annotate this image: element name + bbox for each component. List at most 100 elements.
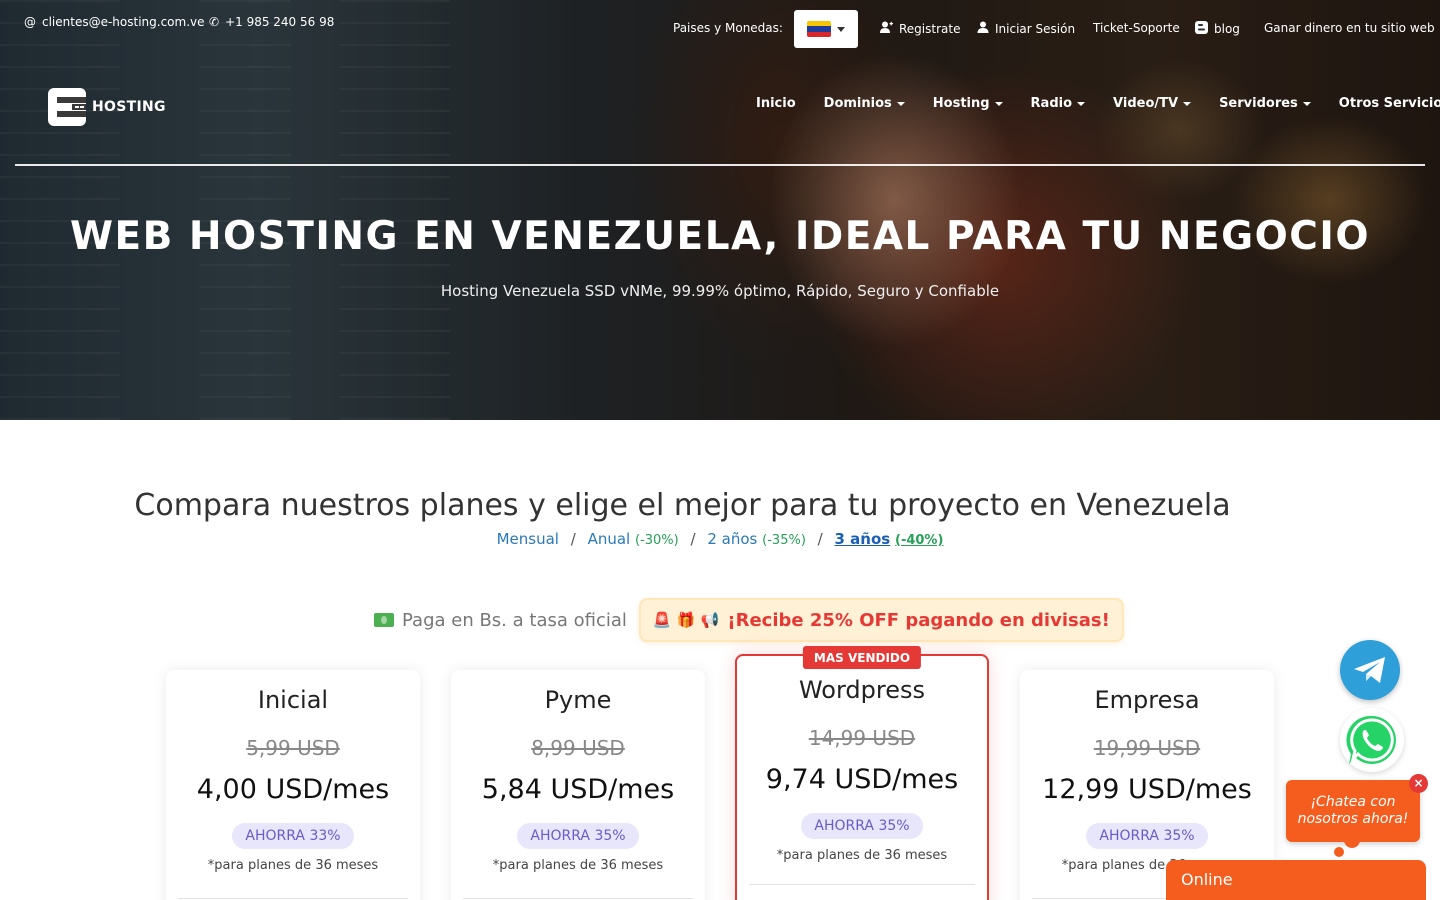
nav-item-dominios[interactable]: Dominios bbox=[824, 96, 905, 111]
hero-background-building bbox=[340, 0, 450, 420]
hero-divider bbox=[15, 164, 1425, 166]
login-label: Iniciar Sesión bbox=[995, 21, 1076, 36]
logo-text: HOSTING bbox=[92, 99, 166, 115]
plan-old-price: 5,99 USD bbox=[246, 736, 340, 760]
ticket-support-link[interactable]: Ticket-Soporte bbox=[1093, 21, 1180, 35]
whatsapp-button[interactable] bbox=[1340, 708, 1404, 772]
period-3-anos[interactable]: 3 años bbox=[835, 530, 891, 548]
chevron-down-icon bbox=[1183, 101, 1192, 106]
nav-item-servidores[interactable]: Servidores bbox=[1219, 96, 1311, 111]
nav-label: Hosting bbox=[932, 96, 990, 111]
venezuela-flag-icon bbox=[807, 21, 831, 37]
period-anual-discount: (-30%) bbox=[635, 533, 679, 548]
nav-item-inicio[interactable]: Inicio bbox=[756, 96, 796, 111]
nav-item-radio[interactable]: Radio bbox=[1030, 96, 1086, 111]
contact-email: clientes@e-hosting.com.ve bbox=[42, 15, 205, 29]
top-bar: @ clientes@e-hosting.com.ve ✆ +1 985 240… bbox=[0, 0, 1440, 56]
plan-card-wordpress: MAS VENDIDO Wordpress 14,99 USD 9,74 USD… bbox=[735, 646, 989, 900]
compare-title: Compara nuestros planes y elige el mejor… bbox=[134, 488, 1231, 523]
country-currency-selector[interactable] bbox=[794, 10, 858, 48]
close-icon[interactable]: × bbox=[1409, 774, 1428, 793]
live-chat-bar[interactable]: Online bbox=[1166, 860, 1426, 900]
nav-label: Otros Servicios bbox=[1338, 96, 1440, 111]
divider: / bbox=[690, 530, 696, 548]
divider bbox=[463, 898, 693, 899]
user-icon bbox=[977, 21, 989, 36]
chevron-down-icon bbox=[994, 101, 1003, 106]
period-2-anos[interactable]: 2 años bbox=[707, 530, 757, 548]
savings-badge: AHORRA 33% bbox=[232, 823, 354, 849]
plan-name: Pyme bbox=[544, 686, 612, 714]
plan-old-price: 8,99 USD bbox=[531, 736, 625, 760]
chevron-down-icon bbox=[837, 26, 845, 32]
pay-bolivares: Paga en Bs. a tasa oficial bbox=[374, 610, 627, 631]
plan-note: *para planes de 36 meses bbox=[776, 848, 948, 863]
blogger-icon bbox=[1195, 21, 1208, 37]
nav-item-video-tv[interactable]: Video/TV bbox=[1113, 96, 1192, 111]
money-icon bbox=[374, 613, 394, 627]
nav-item-hosting[interactable]: Hosting bbox=[933, 96, 1003, 111]
plan-old-price: 14,99 USD bbox=[808, 726, 916, 750]
plan-old-price: 19,99 USD bbox=[1093, 736, 1201, 760]
nav-label: Servidores bbox=[1219, 96, 1298, 111]
chat-bubble-tail bbox=[1334, 847, 1344, 857]
contact-phone-link[interactable]: ✆ +1 985 240 56 98 bbox=[209, 15, 334, 29]
plan-note: *para planes de 36 meses bbox=[207, 858, 379, 873]
nav-label: Inicio bbox=[756, 96, 796, 111]
payment-info-row: Paga en Bs. a tasa oficial 🚨 🎁 📢 ¡Recibe… bbox=[374, 600, 1122, 640]
chevron-down-icon bbox=[896, 101, 905, 106]
divider: / bbox=[817, 530, 823, 548]
savings-badge: AHORRA 35% bbox=[1086, 823, 1208, 849]
plan-price: 9,74 USD/mes bbox=[765, 764, 959, 795]
at-sign-icon: @ bbox=[24, 15, 36, 29]
chevron-down-icon bbox=[1302, 101, 1311, 106]
plan-card-inicial: Inicial 5,99 USD 4,00 USD/mes AHORRA 33%… bbox=[166, 670, 420, 900]
register-link[interactable]: Registrate bbox=[880, 21, 960, 36]
divider bbox=[749, 884, 975, 885]
hero-title: WEB HOSTING EN VENEZUELA, IDEAL PARA TU … bbox=[69, 214, 1371, 259]
period-mensual[interactable]: Mensual bbox=[497, 530, 559, 548]
blog-link[interactable]: blog bbox=[1195, 21, 1240, 37]
nav-item-otros-servicios[interactable]: Otros Servicios bbox=[1339, 96, 1440, 111]
main-nav: Inicio Dominios Hosting Radio Video/TV S… bbox=[740, 96, 1440, 111]
flag-stripe bbox=[807, 31, 831, 37]
site-logo[interactable]: HOSTING bbox=[48, 88, 166, 126]
telegram-icon bbox=[1354, 657, 1385, 683]
plan-card-pyme: Pyme 8,99 USD 5,84 USD/mes AHORRA 35% *p… bbox=[451, 670, 705, 900]
chat-bubble-tail bbox=[1344, 832, 1360, 848]
hero-banner bbox=[0, 0, 1440, 420]
pay-bolivares-text: Paga en Bs. a tasa oficial bbox=[402, 609, 627, 631]
hero-subtitle: Hosting Venezuela SSD vNMe, 99.99% óptim… bbox=[440, 282, 1000, 300]
best-seller-ribbon: MAS VENDIDO bbox=[802, 646, 922, 669]
telegram-button[interactable] bbox=[1340, 640, 1400, 700]
period-3-anos-discount: (-40%) bbox=[895, 533, 944, 548]
nav-label: Dominios bbox=[823, 96, 892, 111]
period-anual[interactable]: Anual bbox=[588, 530, 631, 548]
phone-icon: ✆ bbox=[209, 15, 220, 29]
hero-background-building bbox=[200, 0, 290, 420]
plan-note: *para planes de 36 meses bbox=[492, 858, 664, 873]
chevron-down-icon bbox=[1077, 101, 1086, 106]
plan-price: 5,84 USD/mes bbox=[481, 774, 675, 805]
plan-name: Inicial bbox=[257, 686, 329, 714]
nav-label: Video/TV bbox=[1113, 96, 1179, 111]
plan-name: Empresa bbox=[1094, 686, 1200, 714]
savings-badge: AHORRA 35% bbox=[517, 823, 639, 849]
divider bbox=[178, 898, 408, 899]
login-link[interactable]: Iniciar Sesión bbox=[977, 21, 1075, 36]
whatsapp-icon bbox=[1346, 715, 1396, 764]
plan-price: 12,99 USD/mes bbox=[1042, 774, 1252, 805]
contact-email-link[interactable]: @ clientes@e-hosting.com.ve bbox=[24, 15, 205, 29]
chat-status: Online bbox=[1181, 870, 1233, 889]
plan-price: 4,00 USD/mes bbox=[196, 774, 390, 805]
promo-banner: 🚨 🎁 📢 ¡Recibe 25% OFF pagando en divisas… bbox=[640, 600, 1122, 640]
savings-badge: AHORRA 35% bbox=[801, 813, 923, 839]
countries-label: Paises y Monedas: bbox=[673, 21, 783, 35]
nav-label: Radio bbox=[1030, 96, 1073, 111]
promo-text: ¡Recibe 25% OFF pagando en divisas! bbox=[727, 609, 1110, 631]
promo-emojis: 🚨 🎁 📢 bbox=[652, 611, 720, 629]
period-2-anos-discount: (-35%) bbox=[762, 533, 806, 548]
billing-period-selector: Mensual / Anual (-30%) / 2 años (-35%) /… bbox=[0, 530, 1440, 548]
affiliate-link[interactable]: Ganar dinero en tu sitio web bbox=[1264, 21, 1435, 35]
e-hosting-logo-icon bbox=[48, 88, 86, 126]
